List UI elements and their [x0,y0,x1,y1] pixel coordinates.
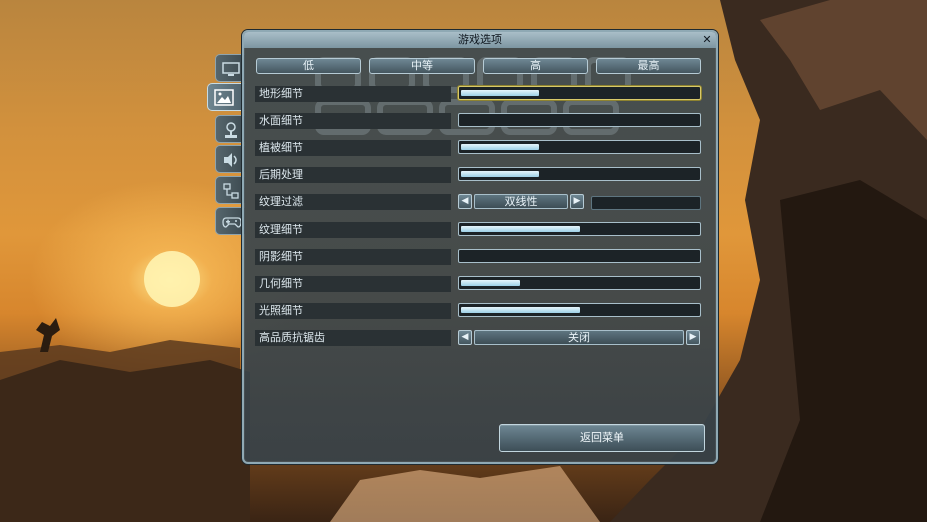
postprocess-slider[interactable] [458,167,701,181]
distant-hills [0,340,240,522]
tab-network[interactable] [215,176,245,204]
cliff-shadow [760,180,927,522]
texture-filter-next-button[interactable]: ▶ [570,194,584,209]
preset-low-button[interactable]: 低 [256,58,361,74]
shadow-detail-slider[interactable] [458,249,701,263]
back-to-menu-button[interactable]: 返回菜单 [499,424,705,452]
texture-filter-label: 纹理过滤 [255,194,451,210]
terrain-detail-slider[interactable] [458,86,701,100]
water-detail-slider[interactable] [458,113,701,127]
antialias-prev-button[interactable]: ◀ [458,330,472,345]
antialias-value: 关闭 [474,330,684,345]
lighting-detail-label: 光照细节 [255,303,451,319]
shadow-detail-label: 阴影细节 [255,249,451,265]
joystick-icon [225,122,237,138]
texture-detail-slider[interactable] [458,222,701,236]
postprocess-label: 后期处理 [255,167,451,183]
water-detail-label: 水面细节 [255,113,451,129]
terrain-detail-label: 地形细节 [255,86,451,102]
tab-display[interactable] [215,54,245,82]
network-icon [223,183,239,199]
texture-filter-value: 双线性 [474,194,568,209]
gamepad-icon [222,217,242,228]
image-icon [214,89,234,106]
monitor-icon [222,62,240,76]
slider-fill [461,90,539,96]
tab-gamepad[interactable] [215,207,245,235]
tree [36,318,60,352]
foreground-rock [0,360,250,522]
slider-fill [461,144,539,150]
texture-filter-prev-button[interactable]: ◀ [458,194,472,209]
antialias-next-button[interactable]: ▶ [686,330,700,345]
slider-fill [461,280,520,286]
preset-high-button[interactable]: 高 [483,58,588,74]
geometry-detail-label: 几何细节 [255,276,451,292]
antialias-label: 高品质抗锯齿 [255,330,451,346]
tab-controls[interactable] [215,115,245,143]
vegetation-detail-slider[interactable] [458,140,701,154]
slider-fill [461,307,580,313]
texture-detail-label: 纹理细节 [255,222,451,238]
right-cliff-highlight [760,0,927,140]
vegetation-detail-label: 植被细节 [255,140,451,156]
texture-filter-empty-field [591,196,701,210]
tab-audio[interactable] [215,145,245,173]
tab-graphics[interactable] [207,83,245,111]
slider-fill [461,226,580,232]
river [330,466,600,522]
preset-highest-button[interactable]: 最高 [596,58,701,74]
sun [144,251,200,307]
slider-fill [461,171,539,177]
lighting-detail-slider[interactable] [458,303,701,317]
geometry-detail-slider[interactable] [458,276,701,290]
preset-medium-button[interactable]: 中等 [369,58,475,74]
speaker-icon [224,153,237,167]
close-button[interactable]: ✕ [700,33,714,46]
dialog-title: 游戏选项 [244,32,716,48]
